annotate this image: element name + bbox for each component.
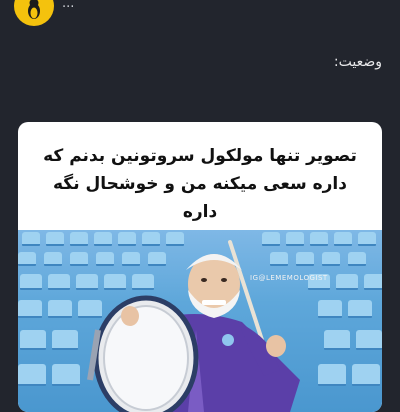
post-image[interactable]: IG@LEMEMOLOGIST	[18, 230, 382, 412]
channel-avatar[interactable]	[14, 0, 54, 26]
post-caption: تصویر تنها مولکول سروتونین بدنم که داره …	[43, 146, 357, 222]
status-label: وضعیت:	[333, 54, 382, 70]
post-card[interactable]: تصویر تنها مولکول سروتونین بدنم که داره …	[18, 122, 382, 412]
image-watermark: IG@LEMEMOLOGIST	[250, 274, 328, 282]
man-with-drum	[87, 240, 300, 412]
channel-name: ...	[62, 0, 75, 11]
channel-header: ...	[0, 0, 400, 28]
penguin-icon	[28, 0, 40, 19]
